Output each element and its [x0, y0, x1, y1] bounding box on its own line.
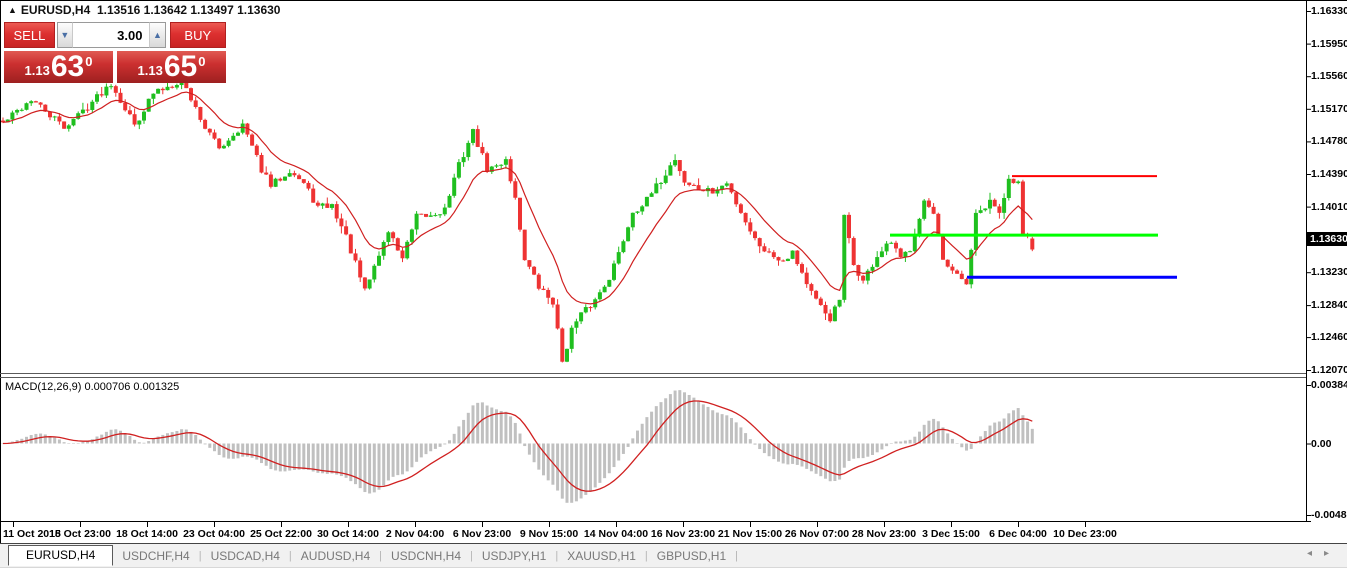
sell-button[interactable]: SELL — [4, 22, 55, 48]
quote-symbol: EURUSD,H4 — [21, 3, 90, 17]
volume-increase-button[interactable]: ▲ — [150, 22, 165, 48]
tab-separator: | — [555, 550, 558, 562]
buy-pipette: 0 — [198, 54, 205, 69]
chart-canvas[interactable] — [0, 0, 1347, 571]
tab-usdcad-h4[interactable]: USDCAD,H4 — [211, 549, 280, 563]
buy-price-panel[interactable]: 1.13 65 0 — [117, 51, 226, 83]
chart-tab-bar: EURUSD,H4 USDCHF,H4 | USDCAD,H4 | AUDUSD,H4 | U… — [0, 544, 1347, 568]
price-tick-label: 1.12460 — [1311, 331, 1347, 343]
tab-scroll-buttons: ◂▸ — [1307, 548, 1341, 559]
price-tick-label: 1.14010 — [1311, 201, 1347, 213]
candles — [1, 78, 1034, 362]
sell-big-figure: 1.13 — [25, 63, 50, 78]
sell-pips: 63 — [51, 52, 84, 82]
tab-eurusd-h4[interactable]: EURUSD,H4 — [8, 545, 113, 566]
tab-separator: | — [379, 550, 382, 562]
tab-gbpusd-h1[interactable]: GBPUSD,H1 — [657, 549, 726, 563]
price-tick-label: 1.13230 — [1311, 266, 1347, 278]
tab-separator: | — [645, 550, 648, 562]
chevron-up-icon: ▲ — [153, 30, 162, 40]
sell-price-panel[interactable]: 1.13 63 0 — [4, 51, 113, 83]
tab-separator: | — [199, 550, 202, 562]
macd-indicator-label: MACD(12,26,9) 0.000706 0.001325 — [5, 381, 179, 393]
tab-scroll-right-button[interactable]: ▸ — [1324, 548, 1341, 559]
price-tick-label: 1.15560 — [1311, 70, 1347, 82]
price-pane — [1, 78, 1177, 362]
one-click-trade-panel: SELL ▼ 3.00 ▲ BUY 1.13 63 0 1.13 65 0 — [4, 22, 226, 83]
macd-tick-label: 0.003847 — [1311, 379, 1347, 391]
macd-tick-label: 0.00 — [1311, 438, 1331, 450]
macd-pane — [2, 390, 1034, 503]
buy-pips: 65 — [164, 52, 197, 82]
price-tick-label: 1.14780 — [1311, 135, 1347, 147]
tab-usdcnh-h4[interactable]: USDCNH,H4 — [391, 549, 461, 563]
terminal-window: ▲ EURUSD,H4 1.13516 1.13642 1.13497 1.136… — [0, 0, 1347, 571]
chevron-down-icon: ▼ — [60, 30, 69, 40]
tab-separator: | — [289, 550, 292, 562]
current-price-tag: 1.13630 — [1307, 232, 1347, 246]
macd-histogram — [2, 390, 1034, 503]
volume-input[interactable]: 3.00 — [72, 22, 151, 48]
price-tick-label: 1.14390 — [1311, 168, 1347, 180]
tab-usdchf-h4[interactable]: USDCHF,H4 — [122, 549, 189, 563]
price-tick-label: 1.12070 — [1311, 364, 1347, 376]
tab-separator: | — [470, 550, 473, 562]
quote-title: ▲ EURUSD,H4 1.13516 1.13642 1.13497 1.136… — [8, 3, 286, 17]
tab-list: EURUSD,H4 USDCHF,H4 | USDCAD,H4 | AUDUSD,H4 | U… — [0, 545, 738, 566]
tab-scroll-left-button[interactable]: ◂ — [1307, 548, 1324, 559]
price-tick-label: 1.15170 — [1311, 103, 1347, 115]
tab-xauusd-h1[interactable]: XAUUSD,H1 — [567, 549, 636, 563]
price-tick-label: 1.16330 — [1311, 5, 1347, 17]
tab-audusd-h4[interactable]: AUDUSD,H4 — [301, 549, 370, 563]
price-tick-label: 1.12840 — [1311, 299, 1347, 311]
sell-pipette: 0 — [85, 54, 92, 69]
buy-big-figure: 1.13 — [138, 63, 163, 78]
quote-ohlc: 1.13516 1.13642 1.13497 1.13630 — [97, 3, 281, 17]
volume-decrease-button[interactable]: ▼ — [57, 22, 72, 48]
buy-button[interactable]: BUY — [170, 22, 226, 48]
macd-tick-label: -0.004856 — [1311, 509, 1347, 521]
time-tick-label: 10 Dec 23:00 — [1045, 528, 1125, 540]
price-tick-label: 1.15950 — [1311, 38, 1347, 50]
symbol-arrow-icon: ▲ — [8, 5, 17, 15]
tab-usdjpy-h1[interactable]: USDJPY,H1 — [482, 549, 546, 563]
ma-line — [3, 92, 1032, 304]
tab-separator: | — [735, 550, 738, 562]
